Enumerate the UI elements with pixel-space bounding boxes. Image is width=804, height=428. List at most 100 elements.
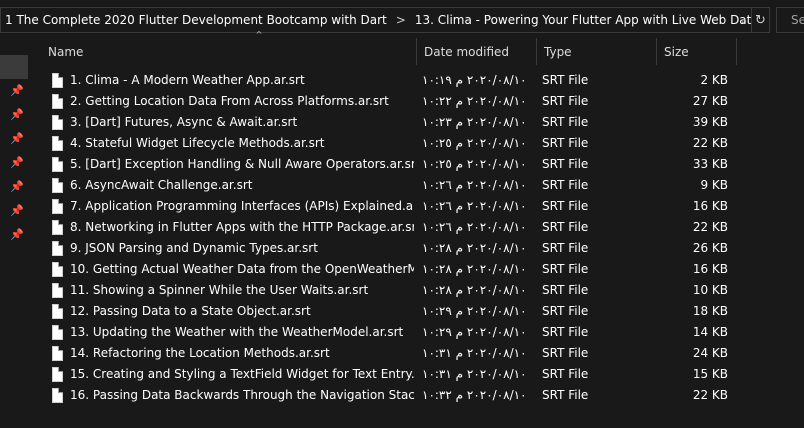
file-size: 9 KB <box>700 178 728 192</box>
file-row[interactable]: 7. Application Programming Interfaces (A… <box>30 196 804 217</box>
file-icon <box>52 115 63 130</box>
file-row[interactable]: 10. Getting Actual Weather Data from the… <box>30 259 804 280</box>
pin-icon[interactable]: 📌 <box>10 204 24 218</box>
file-row[interactable]: 3. [Dart] Futures, Async & Await.ar.srt ٢… <box>30 112 804 133</box>
file-size: 16 KB <box>692 199 728 213</box>
file-row[interactable]: 8. Networking in Flutter Apps with the H… <box>30 217 804 238</box>
file-row[interactable]: 14. Refactoring the Location Methods.ar.… <box>30 343 804 364</box>
file-row[interactable]: 12. Passing Data to a State Object.ar.sr… <box>30 301 804 322</box>
file-row[interactable]: 9. JSON Parsing and Dynamic Types.ar.srt… <box>30 238 804 259</box>
file-icon <box>52 157 63 172</box>
file-name: 15. Creating and Styling a TextField Wid… <box>70 367 414 381</box>
column-header-date[interactable]: Date modified <box>416 38 536 66</box>
file-name: 11. Showing a Spinner While the User Wai… <box>70 283 369 297</box>
column-header-size[interactable]: Size <box>656 38 736 66</box>
pin-icon[interactable]: 📌 <box>10 84 24 98</box>
file-type: SRT File <box>542 388 589 402</box>
file-type: SRT File <box>542 178 589 192</box>
file-date: ٢٠٢٠/٠٨/١٠ م ١٠:٣٢ <box>422 388 527 402</box>
refresh-icon[interactable]: ↻ <box>752 7 770 33</box>
pin-icon[interactable]: 📌 <box>10 108 24 122</box>
file-type: SRT File <box>542 304 589 318</box>
address-bar[interactable]: 1 The Complete 2020 Flutter Development … <box>0 7 804 33</box>
file-icon <box>52 304 63 319</box>
file-name: 8. Networking in Flutter Apps with the H… <box>70 220 414 234</box>
file-size: 39 KB <box>692 115 728 129</box>
breadcrumb-separator-icon[interactable]: > <box>396 13 406 27</box>
file-list: 1. Clima - A Modern Weather App.ar.srt ٢٠… <box>30 70 804 406</box>
file-name: 1. Clima - A Modern Weather App.ar.srt <box>70 73 305 87</box>
pin-icon[interactable]: 📌 <box>10 156 24 170</box>
file-row[interactable]: 5. [Dart] Exception Handling & Null Awar… <box>30 154 804 175</box>
file-icon <box>52 241 63 256</box>
column-divider[interactable] <box>736 38 737 65</box>
file-type: SRT File <box>542 115 589 129</box>
file-row[interactable]: 11. Showing a Spinner While the User Wai… <box>30 280 804 301</box>
file-date: ٢٠٢٠/٠٨/١٠ م ١٠:٢٦ <box>422 220 527 234</box>
breadcrumb[interactable]: 1 The Complete 2020 Flutter Development … <box>0 7 752 33</box>
file-row[interactable]: 4. Stateful Widget Lifecycle Methods.ar.… <box>30 133 804 154</box>
file-type: SRT File <box>542 367 589 381</box>
file-size: 16 KB <box>692 262 728 276</box>
file-size: 22 KB <box>692 136 728 150</box>
pin-icon[interactable]: 📌 <box>10 132 24 146</box>
file-date: ٢٠٢٠/٠٨/١٠ م ١٠:٢٨ <box>422 241 527 255</box>
file-size: 33 KB <box>692 157 728 171</box>
file-type: SRT File <box>542 283 589 297</box>
file-size: 27 KB <box>692 94 728 108</box>
file-date: ٢٠٢٠/٠٨/١٠ م ١٠:٢٢ <box>422 94 527 108</box>
file-name: 5. [Dart] Exception Handling & Null Awar… <box>70 157 414 171</box>
file-icon <box>52 199 63 214</box>
file-icon <box>52 346 63 361</box>
file-row[interactable]: 2. Getting Location Data From Across Pla… <box>30 91 804 112</box>
file-size: 22 KB <box>692 388 728 402</box>
file-date: ٢٠٢٠/٠٨/١٠ م ١٠:٢٣ <box>422 115 527 129</box>
file-date: ٢٠٢٠/٠٨/١٠ م ١٠:٣١ <box>422 367 527 381</box>
file-date: ٢٠٢٠/٠٨/١٠ م ١٠:٢٥ <box>422 157 527 171</box>
file-row[interactable]: 16. Passing Data Backwards Through the N… <box>30 385 804 406</box>
file-name: 3. [Dart] Futures, Async & Await.ar.srt <box>70 115 298 129</box>
file-size: 2 KB <box>700 73 728 87</box>
file-type: SRT File <box>542 73 589 87</box>
file-name: 16. Passing Data Backwards Through the N… <box>70 388 414 402</box>
column-header-row: ^ Name Date modified Type Size <box>30 30 804 66</box>
file-icon <box>52 220 63 235</box>
pin-icon[interactable]: 📌 <box>10 180 24 194</box>
pin-icon[interactable]: 📌 <box>10 228 24 242</box>
file-date: ٢٠٢٠/٠٨/١٠ م ١٠:٢٦ <box>422 199 527 213</box>
file-name: 14. Refactoring the Location Methods.ar.… <box>70 346 330 360</box>
file-type: SRT File <box>542 346 589 360</box>
chevron-down-icon[interactable]: ⌄ <box>736 10 752 30</box>
file-type: SRT File <box>542 325 589 339</box>
file-size: 22 KB <box>692 220 728 234</box>
file-date: ٢٠٢٠/٠٨/١٠ م ١٠:٢٩ <box>422 304 527 318</box>
file-name: 10. Getting Actual Weather Data from the… <box>70 262 414 276</box>
file-icon <box>52 73 63 88</box>
file-date: ٢٠٢٠/٠٨/١٠ م ١٠:١٩ <box>422 73 527 87</box>
file-row[interactable]: 13. Updating the Weather with the Weathe… <box>30 322 804 343</box>
breadcrumb-item-section[interactable]: 13. Clima - Powering Your Flutter App wi… <box>415 13 751 27</box>
file-date: ٢٠٢٠/٠٨/١٠ م ١٠:٢٨ <box>422 283 527 297</box>
column-header-name[interactable]: Name <box>40 38 416 66</box>
breadcrumb-item-course[interactable]: 1 The Complete 2020 Flutter Development … <box>5 13 387 27</box>
file-date: ٢٠٢٠/٠٨/١٠ م ١٠:٢٨ <box>422 262 527 276</box>
file-type: SRT File <box>542 157 589 171</box>
nav-selected-item[interactable] <box>0 55 28 79</box>
column-header-type[interactable]: Type <box>536 38 656 66</box>
file-type: SRT File <box>542 220 589 234</box>
search-input[interactable]: Sea <box>776 7 804 33</box>
file-name: 2. Getting Location Data From Across Pla… <box>70 94 389 108</box>
file-type: SRT File <box>542 241 589 255</box>
file-name: 4. Stateful Widget Lifecycle Methods.ar.… <box>70 136 325 150</box>
file-icon <box>52 178 63 193</box>
file-name: 9. JSON Parsing and Dynamic Types.ar.srt <box>70 241 318 255</box>
file-row[interactable]: 1. Clima - A Modern Weather App.ar.srt ٢٠… <box>30 70 804 91</box>
file-name: 6. AsyncAwait Challenge.ar.srt <box>70 178 253 192</box>
file-row[interactable]: 15. Creating and Styling a TextField Wid… <box>30 364 804 385</box>
file-icon <box>52 94 63 109</box>
file-icon <box>52 262 63 277</box>
file-row[interactable]: 6. AsyncAwait Challenge.ar.srt ٢٠٢٠/٠٨/١٠… <box>30 175 804 196</box>
file-size: 14 KB <box>692 325 728 339</box>
navigation-pane: 📌 📌 📌 📌 📌 📌 📌 <box>0 38 30 428</box>
file-icon <box>52 367 63 382</box>
